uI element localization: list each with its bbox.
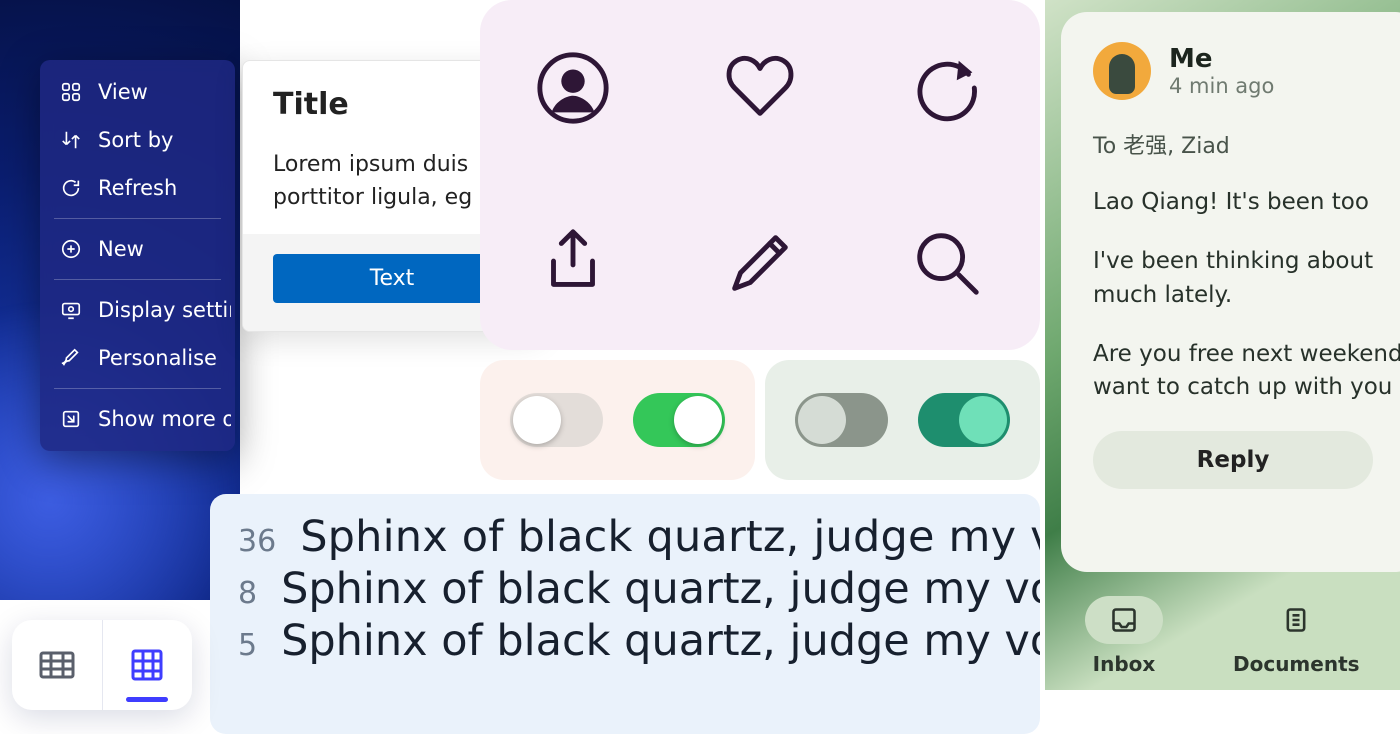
view-mode-switcher [12,620,192,710]
menu-label: Refresh [98,176,177,200]
menu-item-refresh[interactable]: Refresh [44,164,231,212]
type-sample-text: Sphinx of black quartz, judge my vow! [281,564,1040,614]
reply-button[interactable]: Reply [1093,431,1373,489]
toggle-light-off[interactable] [510,393,603,447]
menu-label: Personalise [98,346,217,370]
sender-avatar[interactable] [1093,42,1151,100]
grid-icon [60,81,82,103]
reload-icon [908,49,986,127]
toggle-dark-off[interactable] [795,393,888,447]
toggle-panel-dark [765,360,1040,480]
type-row: 8 Sphinx of black quartz, judge my vow! [210,564,1040,614]
menu-item-sort[interactable]: Sort by [44,116,231,164]
body-line: Lao Qiang! It's been too [1093,186,1400,219]
menu-label: View [98,80,148,104]
menu-label: New [98,237,144,261]
user-icon [534,49,612,127]
mail-app-panel: Me 4 min ago To 老强, Ziad Lao Qiang! It's… [1045,0,1400,690]
display-icon [60,299,82,321]
menu-item-display-settings[interactable]: Display settings [44,286,231,334]
body-line: I've been thinking aboutmuch lately. [1093,245,1400,312]
message-timestamp: 4 min ago [1169,74,1274,98]
type-sample-text: Sphinx of black quartz, judge my vow! 12 [300,512,1040,562]
menu-separator [54,388,221,389]
sender-name: Me [1169,44,1274,74]
nav-documents[interactable]: Documents [1233,596,1360,676]
expand-icon [60,408,82,430]
mail-message-card: Me 4 min ago To 老强, Ziad Lao Qiang! It's… [1061,12,1400,572]
document-icon [1282,606,1310,634]
type-size-label: 8 [238,576,257,611]
share-icon [534,224,612,302]
card-text-line: Lorem ipsum duis [273,148,511,181]
toggle-panel-light [480,360,755,480]
brush-icon [60,347,82,369]
menu-label: Sort by [98,128,173,152]
card-primary-button[interactable]: Text [273,254,511,303]
type-row: 36 Sphinx of black quartz, judge my vow!… [210,512,1040,562]
menu-item-personalise[interactable]: Personalise [44,334,231,382]
icon-showcase-panel [480,0,1040,350]
grid-view-button[interactable] [103,620,193,710]
list-view-button[interactable] [12,620,102,710]
type-size-label: 5 [238,628,257,663]
menu-separator [54,279,221,280]
body-line: Are you free next weekendwant to catch u… [1093,338,1400,405]
toggle-dark-on[interactable] [918,393,1011,447]
card-title: Title [273,87,511,122]
nav-label: Documents [1233,652,1360,676]
type-specimen-panel: 36 Sphinx of black quartz, judge my vow!… [210,494,1040,734]
nav-inbox[interactable]: Inbox [1085,596,1163,676]
menu-label: Show more options [98,407,231,431]
plus-circle-icon [60,238,82,260]
sort-icon [60,129,82,151]
pencil-icon [721,224,799,302]
card-text-line: porttitor ligula, eg [273,181,511,214]
inbox-icon [1110,606,1138,634]
menu-item-view[interactable]: View [44,68,231,116]
menu-label: Display settings [98,298,231,322]
toggle-light-on[interactable] [633,393,726,447]
mail-bottom-nav: Inbox Documents [1061,584,1400,676]
active-indicator [126,697,168,702]
grid-icon [127,645,167,685]
type-sample-text: Sphinx of black quartz, judge my vow [281,616,1040,666]
search-icon [908,224,986,302]
desktop-context-menu: View Sort by Refresh New Display setting… [40,60,235,451]
menu-item-new[interactable]: New [44,225,231,273]
type-row: 5 Sphinx of black quartz, judge my vow [210,616,1040,666]
heart-icon [721,49,799,127]
refresh-icon [60,177,82,199]
message-body: Lao Qiang! It's been too I've been think… [1093,186,1400,405]
recipients-line: To 老强, Ziad [1093,128,1400,160]
table-icon [37,645,77,685]
menu-item-show-more[interactable]: Show more options [44,395,231,443]
nav-label: Inbox [1085,652,1163,676]
menu-separator [54,218,221,219]
type-size-label: 36 [238,524,276,559]
